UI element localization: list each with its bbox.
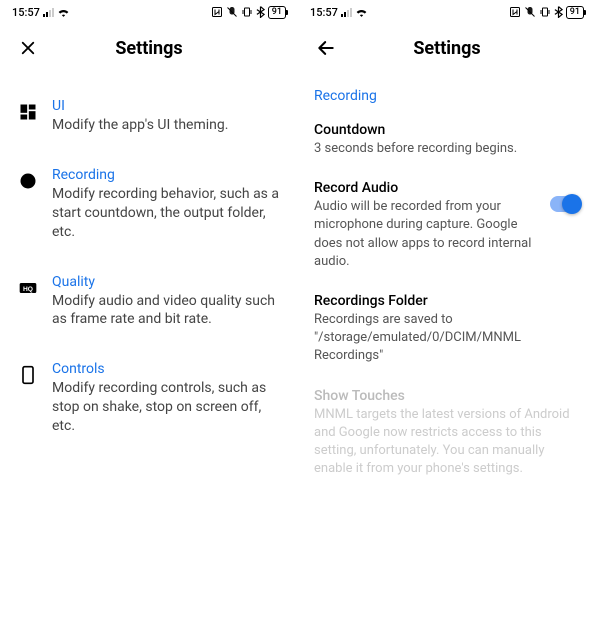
status-right: 91	[509, 6, 584, 19]
status-bar: 15:57 91	[0, 0, 298, 24]
back-icon[interactable]	[314, 36, 338, 60]
battery-icon: 91	[268, 6, 286, 19]
nfc-icon	[211, 6, 223, 18]
svg-text:HQ: HQ	[23, 285, 33, 292]
signal-icon	[341, 7, 352, 17]
status-time: 15:57	[310, 6, 338, 19]
page-title: Settings	[413, 38, 480, 59]
setting-desc: Recordings are saved to "/storage/emulat…	[314, 311, 580, 366]
wifi-icon	[57, 7, 70, 17]
phone-icon	[16, 363, 40, 387]
setting-desc: 3 seconds before recording begins.	[314, 140, 580, 158]
status-left: 15:57	[310, 6, 368, 19]
setting-title: Record Audio	[314, 180, 538, 196]
setting-desc: Audio will be recorded from your microph…	[314, 198, 538, 271]
record-icon	[16, 169, 40, 193]
record-audio-switch[interactable]	[550, 196, 580, 212]
app-bar: Settings	[298, 24, 596, 72]
setting-countdown[interactable]: Countdown 3 seconds before recording beg…	[314, 122, 580, 158]
bluetooth-icon	[554, 6, 563, 18]
setting-title: Show Touches	[314, 388, 580, 404]
setting-title: Countdown	[314, 122, 580, 138]
mute-icon	[524, 6, 536, 18]
settings-item-quality[interactable]: HQ Quality Modify audio and video qualit…	[16, 264, 282, 340]
item-title: Quality	[52, 274, 282, 290]
setting-recordings-folder[interactable]: Recordings Folder Recordings are saved t…	[314, 293, 580, 366]
item-desc: Modify the app's UI theming.	[52, 116, 282, 135]
item-title: Controls	[52, 361, 282, 377]
setting-record-audio[interactable]: Record Audio Audio will be recorded from…	[314, 180, 580, 271]
settings-list: UI Modify the app's UI theming. Recordin…	[0, 72, 298, 474]
item-desc: Modify audio and video quality such as f…	[52, 292, 282, 330]
status-time: 15:57	[12, 6, 40, 19]
signal-icon	[43, 7, 54, 17]
vibrate-icon	[539, 6, 551, 18]
setting-show-touches: Show Touches MNML targets the latest ver…	[314, 388, 580, 479]
recording-settings: Recording Countdown 3 seconds before rec…	[298, 72, 596, 516]
wifi-icon	[355, 7, 368, 17]
section-header: Recording	[314, 88, 580, 104]
item-title: UI	[52, 98, 282, 114]
item-desc: Modify recording controls, such as stop …	[52, 379, 282, 436]
screen-settings-main: 15:57 91 Settings UI Modify the app's UI…	[0, 0, 298, 644]
app-bar: Settings	[0, 24, 298, 72]
setting-desc: MNML targets the latest versions of Andr…	[314, 406, 580, 479]
vibrate-icon	[241, 6, 253, 18]
status-bar: 15:57 91	[298, 0, 596, 24]
item-title: Recording	[52, 167, 282, 183]
settings-item-controls[interactable]: Controls Modify recording controls, such…	[16, 351, 282, 446]
status-left: 15:57	[12, 6, 70, 19]
bluetooth-icon	[256, 6, 265, 18]
item-desc: Modify recording behavior, such as a sta…	[52, 185, 282, 242]
dashboard-icon	[16, 100, 40, 124]
setting-title: Recordings Folder	[314, 293, 580, 309]
battery-icon: 91	[566, 6, 584, 19]
status-right: 91	[211, 6, 286, 19]
nfc-icon	[509, 6, 521, 18]
settings-item-ui[interactable]: UI Modify the app's UI theming.	[16, 88, 282, 145]
hq-icon: HQ	[16, 276, 40, 300]
mute-icon	[226, 6, 238, 18]
screen-settings-recording: 15:57 91 Settings Recording Countdown 3 …	[298, 0, 596, 644]
close-icon[interactable]	[16, 36, 40, 60]
settings-item-recording[interactable]: Recording Modify recording behavior, suc…	[16, 157, 282, 252]
page-title: Settings	[115, 38, 182, 59]
